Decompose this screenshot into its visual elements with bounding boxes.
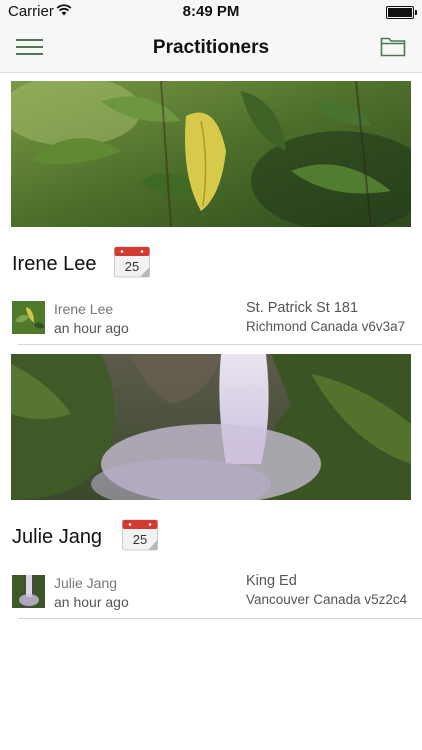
- post-time: an hour ago: [54, 320, 129, 336]
- post-time: an hour ago: [54, 594, 129, 610]
- address-street: St. Patrick St 181: [246, 300, 359, 316]
- divider: [18, 618, 422, 619]
- author-name: Julie Jang: [54, 575, 118, 591]
- practitioner-name[interactable]: Irene Lee: [12, 253, 97, 276]
- address-street: King Ed: [246, 573, 297, 589]
- status-bar: Carrier 8:49 PM: [0, 0, 422, 24]
- calendar-icon[interactable]: 25: [114, 246, 150, 278]
- folder-icon[interactable]: [380, 35, 406, 57]
- divider: [18, 344, 422, 345]
- practitioner-name[interactable]: Julie Jang: [12, 526, 102, 549]
- practitioner-cover-image[interactable]: [11, 354, 411, 500]
- battery-icon: [386, 6, 417, 19]
- calendar-icon[interactable]: 25: [122, 519, 158, 551]
- calendar-day: 25: [133, 532, 147, 547]
- practitioner-cover-image[interactable]: [11, 81, 411, 227]
- calendar-day: 25: [125, 259, 139, 274]
- clock: 8:49 PM: [182, 3, 240, 20]
- page-title: Practitioners: [152, 37, 270, 58]
- navigation-bar: Practitioners: [0, 24, 422, 73]
- address-city: Richmond Canada v6v3a7: [246, 319, 406, 334]
- author-avatar: [12, 575, 45, 608]
- author-avatar: [12, 301, 45, 334]
- author-name: Irene Lee: [54, 301, 114, 317]
- address-city: Vancouver Canada v5z2c4: [246, 592, 408, 607]
